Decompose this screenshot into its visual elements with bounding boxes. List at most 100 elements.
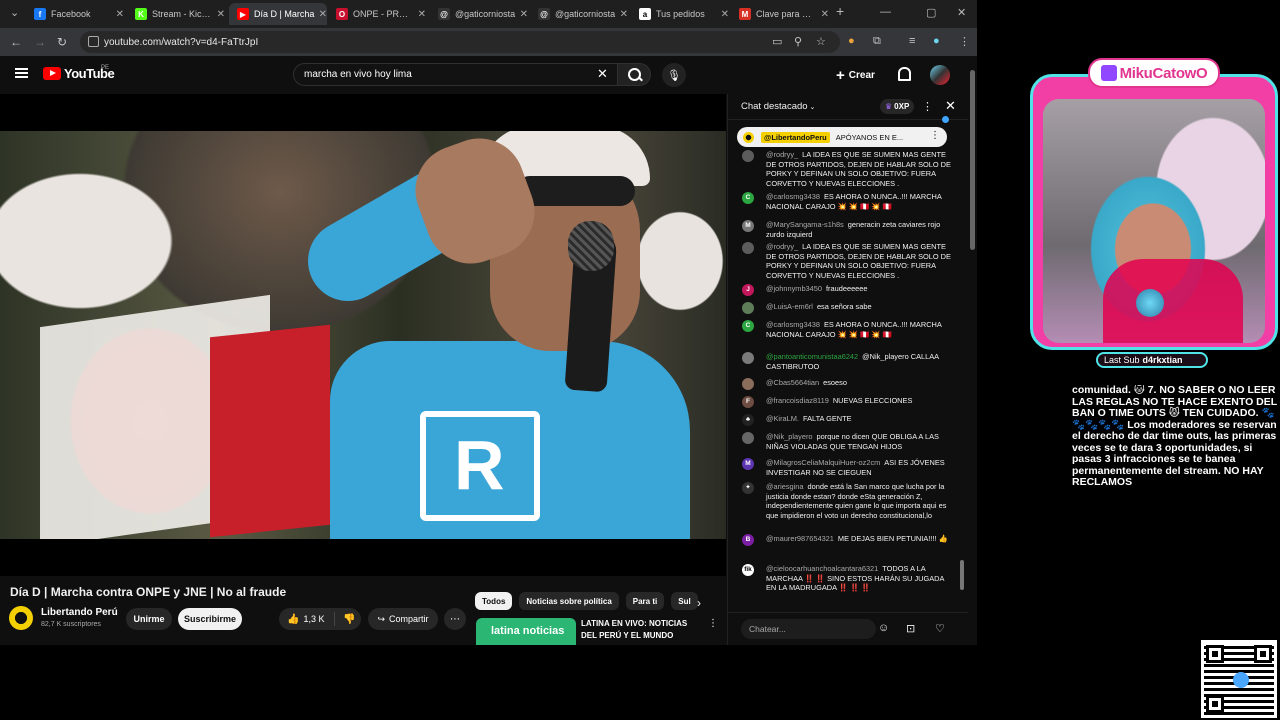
xp-badge[interactable]: ♛ 0XP (880, 99, 915, 114)
share-button[interactable]: ↪ Compartir (368, 608, 438, 630)
browser-tab[interactable]: K Stream - Kick Dashboard ✕ (127, 3, 225, 25)
site-info-icon[interactable] (88, 36, 99, 47)
clear-search-icon[interactable]: ✕ (597, 66, 608, 82)
chat-message[interactable]: @Nik_playero porque no dicen QUE OBLIGA A… (742, 432, 952, 451)
video-frame[interactable] (0, 131, 726, 539)
chat-message[interactable]: J @johnnymb3450 fraudeeeeee (742, 284, 952, 296)
chat-avatar[interactable] (742, 150, 754, 162)
chat-username[interactable]: @pantoanticomunistaa6242 (766, 352, 858, 361)
tab-close-icon[interactable]: ✕ (620, 9, 628, 20)
chevron-right-icon[interactable]: › (697, 596, 701, 610)
subscribe-button[interactable]: Suscribirme (178, 608, 242, 630)
browser-menu-icon[interactable]: ⋮ (959, 35, 970, 48)
chip-more[interactable]: Sul (671, 592, 698, 610)
forward-icon[interactable]: → (34, 35, 46, 49)
chat-avatar[interactable]: B (742, 534, 754, 546)
chip-politics-news[interactable]: Noticias sobre política (519, 592, 619, 610)
tab-close-icon[interactable]: ✕ (721, 9, 729, 20)
reload-icon[interactable]: ↻ (57, 35, 67, 49)
channel-avatar[interactable] (9, 606, 33, 630)
url-field[interactable]: youtube.com/watch?v=d4-FaTtrJpI (80, 31, 840, 53)
chat-username[interactable]: @carlosmg3438 (766, 320, 820, 329)
join-button[interactable]: Unirme (126, 608, 172, 630)
page-scrollbar[interactable] (968, 56, 977, 645)
recommended-thumbnail[interactable]: latina noticias (476, 618, 576, 645)
bookmark-star-icon[interactable]: ☆ (816, 35, 826, 48)
chat-avatar[interactable] (742, 302, 754, 314)
search-input[interactable]: marcha en vivo hoy lima (293, 63, 617, 86)
chat-message[interactable]: ♣ @KiraLM. FALTA GENTE (742, 414, 952, 426)
chat-message[interactable]: C @carlosmg3438 ES AHORA O NUNCA..!!! MARC… (742, 320, 952, 339)
chat-message[interactable]: @Cbas5664tian esoeso (742, 378, 952, 390)
page-scroll-thumb[interactable] (970, 70, 975, 250)
video-player[interactable] (0, 94, 726, 576)
chat-scrollbar[interactable] (960, 130, 964, 600)
super-chat-icon[interactable]: ⊡ (906, 622, 915, 635)
pinned-menu-icon[interactable]: ⋮ (930, 130, 940, 141)
chat-avatar[interactable]: fik (742, 564, 754, 576)
cast-icon[interactable]: ▭ (772, 35, 782, 48)
chat-username[interactable]: @carlosmg3438 (766, 192, 820, 201)
chat-username[interactable]: @johnnymb3450 (766, 284, 822, 293)
chat-avatar[interactable] (742, 242, 754, 254)
chat-username[interactable]: @KiraLM. (766, 414, 799, 423)
back-icon[interactable]: ← (10, 35, 22, 49)
more-actions-button[interactable]: ⋯ (444, 608, 466, 630)
browser-tab[interactable]: @ @gaticorniosta ✕ (430, 3, 528, 25)
extensions-puzzle-icon[interactable]: ⧉ (873, 35, 881, 48)
browser-tab[interactable]: M Clave para Com ✕ (731, 3, 829, 25)
chat-username[interactable]: @ariesgina (766, 482, 804, 491)
tab-close-icon[interactable]: ✕ (418, 9, 426, 20)
chat-username[interactable]: @Cbas5664tian (766, 378, 819, 387)
menu-icon[interactable] (15, 68, 28, 78)
tab-close-icon[interactable]: ✕ (821, 9, 829, 20)
chat-message[interactable]: @rodryy_ LA IDEA ES QUE SE SUMEN MAS GENT… (742, 242, 952, 280)
chat-username[interactable]: @LuisA-em6rl (766, 302, 813, 311)
account-avatar[interactable] (930, 65, 950, 85)
tab-close-icon[interactable]: ✕ (319, 9, 327, 20)
chat-username[interactable]: @MilagrosCeliaMalquiHuer-oz2cm (766, 458, 880, 467)
maximize-icon[interactable]: ▢ (926, 6, 936, 19)
chat-avatar[interactable] (742, 432, 754, 444)
chat-avatar[interactable] (742, 378, 754, 390)
heart-icon[interactable]: ♡ (935, 622, 945, 635)
chat-mode-dropdown[interactable]: Chat destacado ⌄ (741, 101, 815, 112)
chat-username[interactable]: @cieloocarhuanchoalcantara6321 (766, 564, 878, 573)
zoom-icon[interactable]: ⚲ (794, 35, 802, 48)
media-control-icon[interactable]: ≡ (909, 35, 915, 47)
chat-message[interactable]: B @maurer987654321 ME DEJAS BIEN PETUNIA!!… (742, 534, 952, 546)
browser-tab[interactable]: f Facebook ✕ (26, 3, 124, 25)
chat-username[interactable]: @rodryy_ (766, 242, 798, 251)
chat-message[interactable]: @rodryy_ LA IDEA ES QUE SE SUMEN MAS GENT… (742, 150, 952, 188)
chat-avatar[interactable]: M (742, 458, 754, 470)
chat-username[interactable]: @MarySangama-s1h8s (766, 220, 844, 229)
profile-icon[interactable]: ● (933, 35, 940, 47)
browser-tab[interactable]: O ONPE - PRESENTACIÓN ✕ (328, 3, 426, 25)
like-button[interactable]: 👍 1,3 K (279, 612, 335, 626)
chat-input[interactable]: Chatear... (741, 619, 876, 639)
create-button[interactable]: + Crear (836, 64, 875, 86)
chat-message[interactable]: F @francoisdiaz8119 NUEVAS ELECCIONES (742, 396, 952, 408)
new-tab-button[interactable]: + (836, 3, 844, 19)
chat-menu-icon[interactable]: ⋮ (922, 100, 933, 113)
chat-avatar[interactable]: C (742, 320, 754, 332)
chat-message[interactable]: M @MarySangama-s1h8s generacin zeta caviar… (742, 220, 952, 239)
recommended-menu-icon[interactable]: ⋮ (708, 618, 718, 629)
recommended-title[interactable]: LATINA EN VIVO: NOTICIAS DEL PERÚ Y EL M… (581, 618, 701, 642)
chat-avatar[interactable]: ♣ (742, 414, 754, 426)
chat-avatar[interactable]: ✦ (742, 482, 754, 494)
chat-username[interactable]: @Nik_playero (766, 432, 813, 441)
voice-search-icon[interactable]: 🎙 (662, 63, 686, 87)
chat-username[interactable]: @maurer987654321 (766, 534, 834, 543)
close-window-icon[interactable]: ✕ (957, 6, 966, 19)
chat-username[interactable]: @rodryy_ (766, 150, 798, 159)
tab-close-icon[interactable]: ✕ (217, 9, 225, 20)
browser-tab[interactable]: @ @gaticorniosta ✕ (530, 3, 628, 25)
chat-username[interactable]: @francoisdiaz8119 (766, 396, 829, 405)
browser-tab[interactable]: ▶ Día D | Marcha ✕ (229, 3, 327, 25)
tab-search-icon[interactable]: ⌄ (10, 6, 19, 19)
chip-for-you[interactable]: Para ti (625, 592, 665, 610)
chat-avatar[interactable] (742, 352, 754, 364)
chat-message[interactable]: @LuisA-em6rl esa señora sabe (742, 302, 952, 314)
extension-icon[interactable]: ● (848, 35, 855, 47)
